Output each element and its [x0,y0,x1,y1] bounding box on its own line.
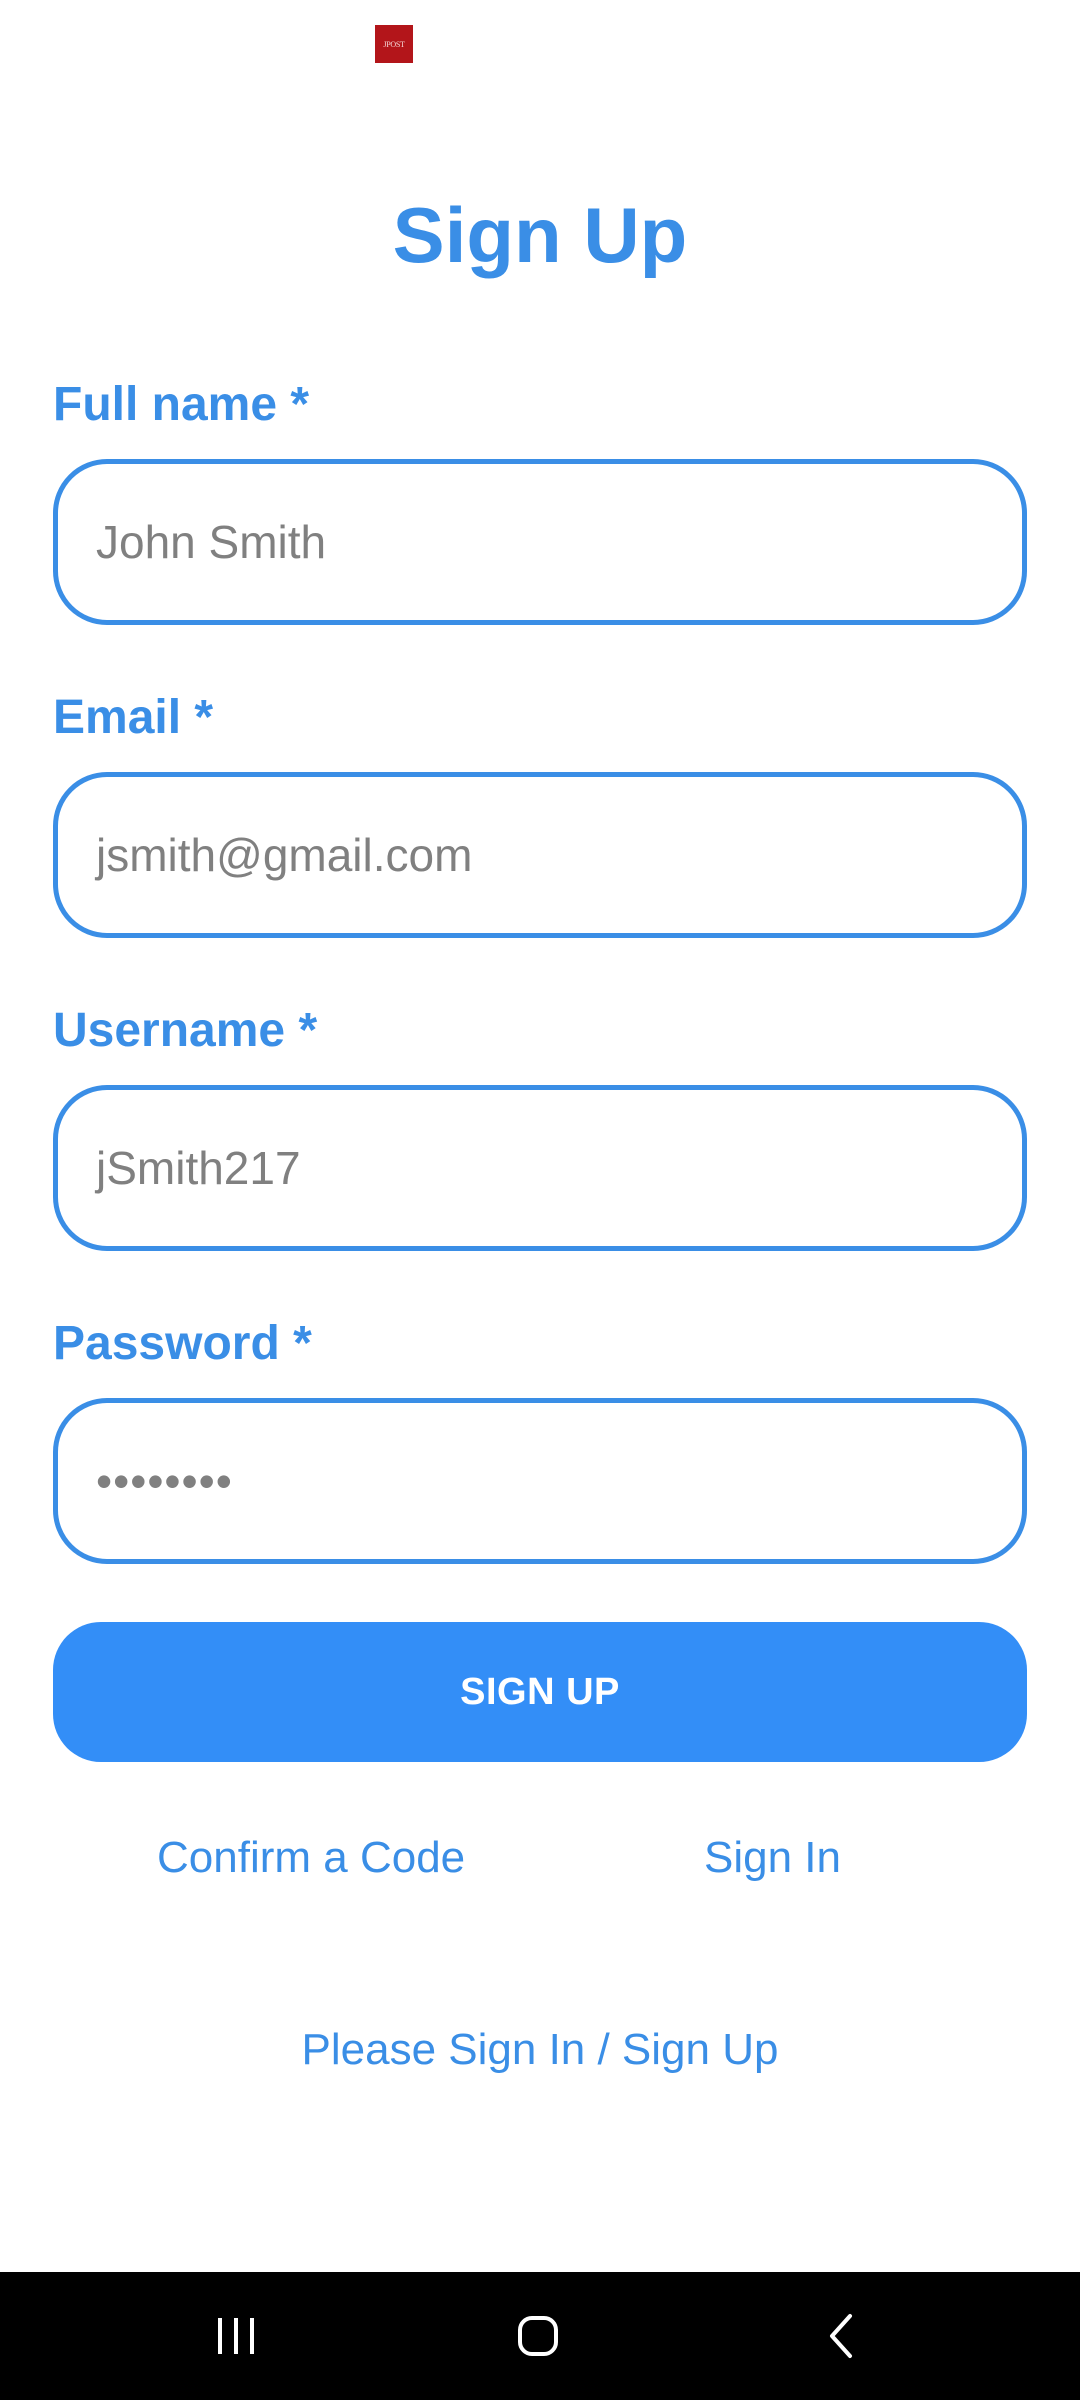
password-value: •••••••• [96,1455,233,1507]
system-navigation-bar [0,2272,1080,2400]
app-logo: JPOST [375,25,413,63]
confirm-code-link[interactable]: Confirm a Code [157,1832,465,1884]
password-label: Password * [53,1317,312,1370]
username-label: Username * [53,1004,318,1057]
full-name-value: John Smith [96,516,327,568]
sign-in-link[interactable]: Sign In [704,1832,841,1884]
recent-apps-button[interactable] [176,2272,296,2400]
back-icon [830,2314,852,2358]
email-field[interactable]: jsmith@gmail.com [53,772,1027,938]
full-name-field[interactable]: John Smith [53,459,1027,625]
email-value: jsmith@gmail.com [96,829,473,881]
page-title: Sign Up [392,191,688,279]
sign-up-button[interactable]: SIGN UP [53,1622,1027,1762]
back-button[interactable] [782,2272,902,2400]
home-button[interactable] [478,2272,598,2400]
username-field[interactable]: jSmith217 [53,1085,1027,1251]
sign-in-sign-up-prompt[interactable]: Please Sign In / Sign Up [0,2024,1080,2076]
email-label: Email * [53,691,214,744]
full-name-label: Full name * [53,378,310,431]
home-icon [518,2316,558,2356]
recent-apps-icon [218,2318,254,2354]
password-field[interactable]: •••••••• [53,1398,1027,1564]
username-value: jSmith217 [96,1142,301,1194]
